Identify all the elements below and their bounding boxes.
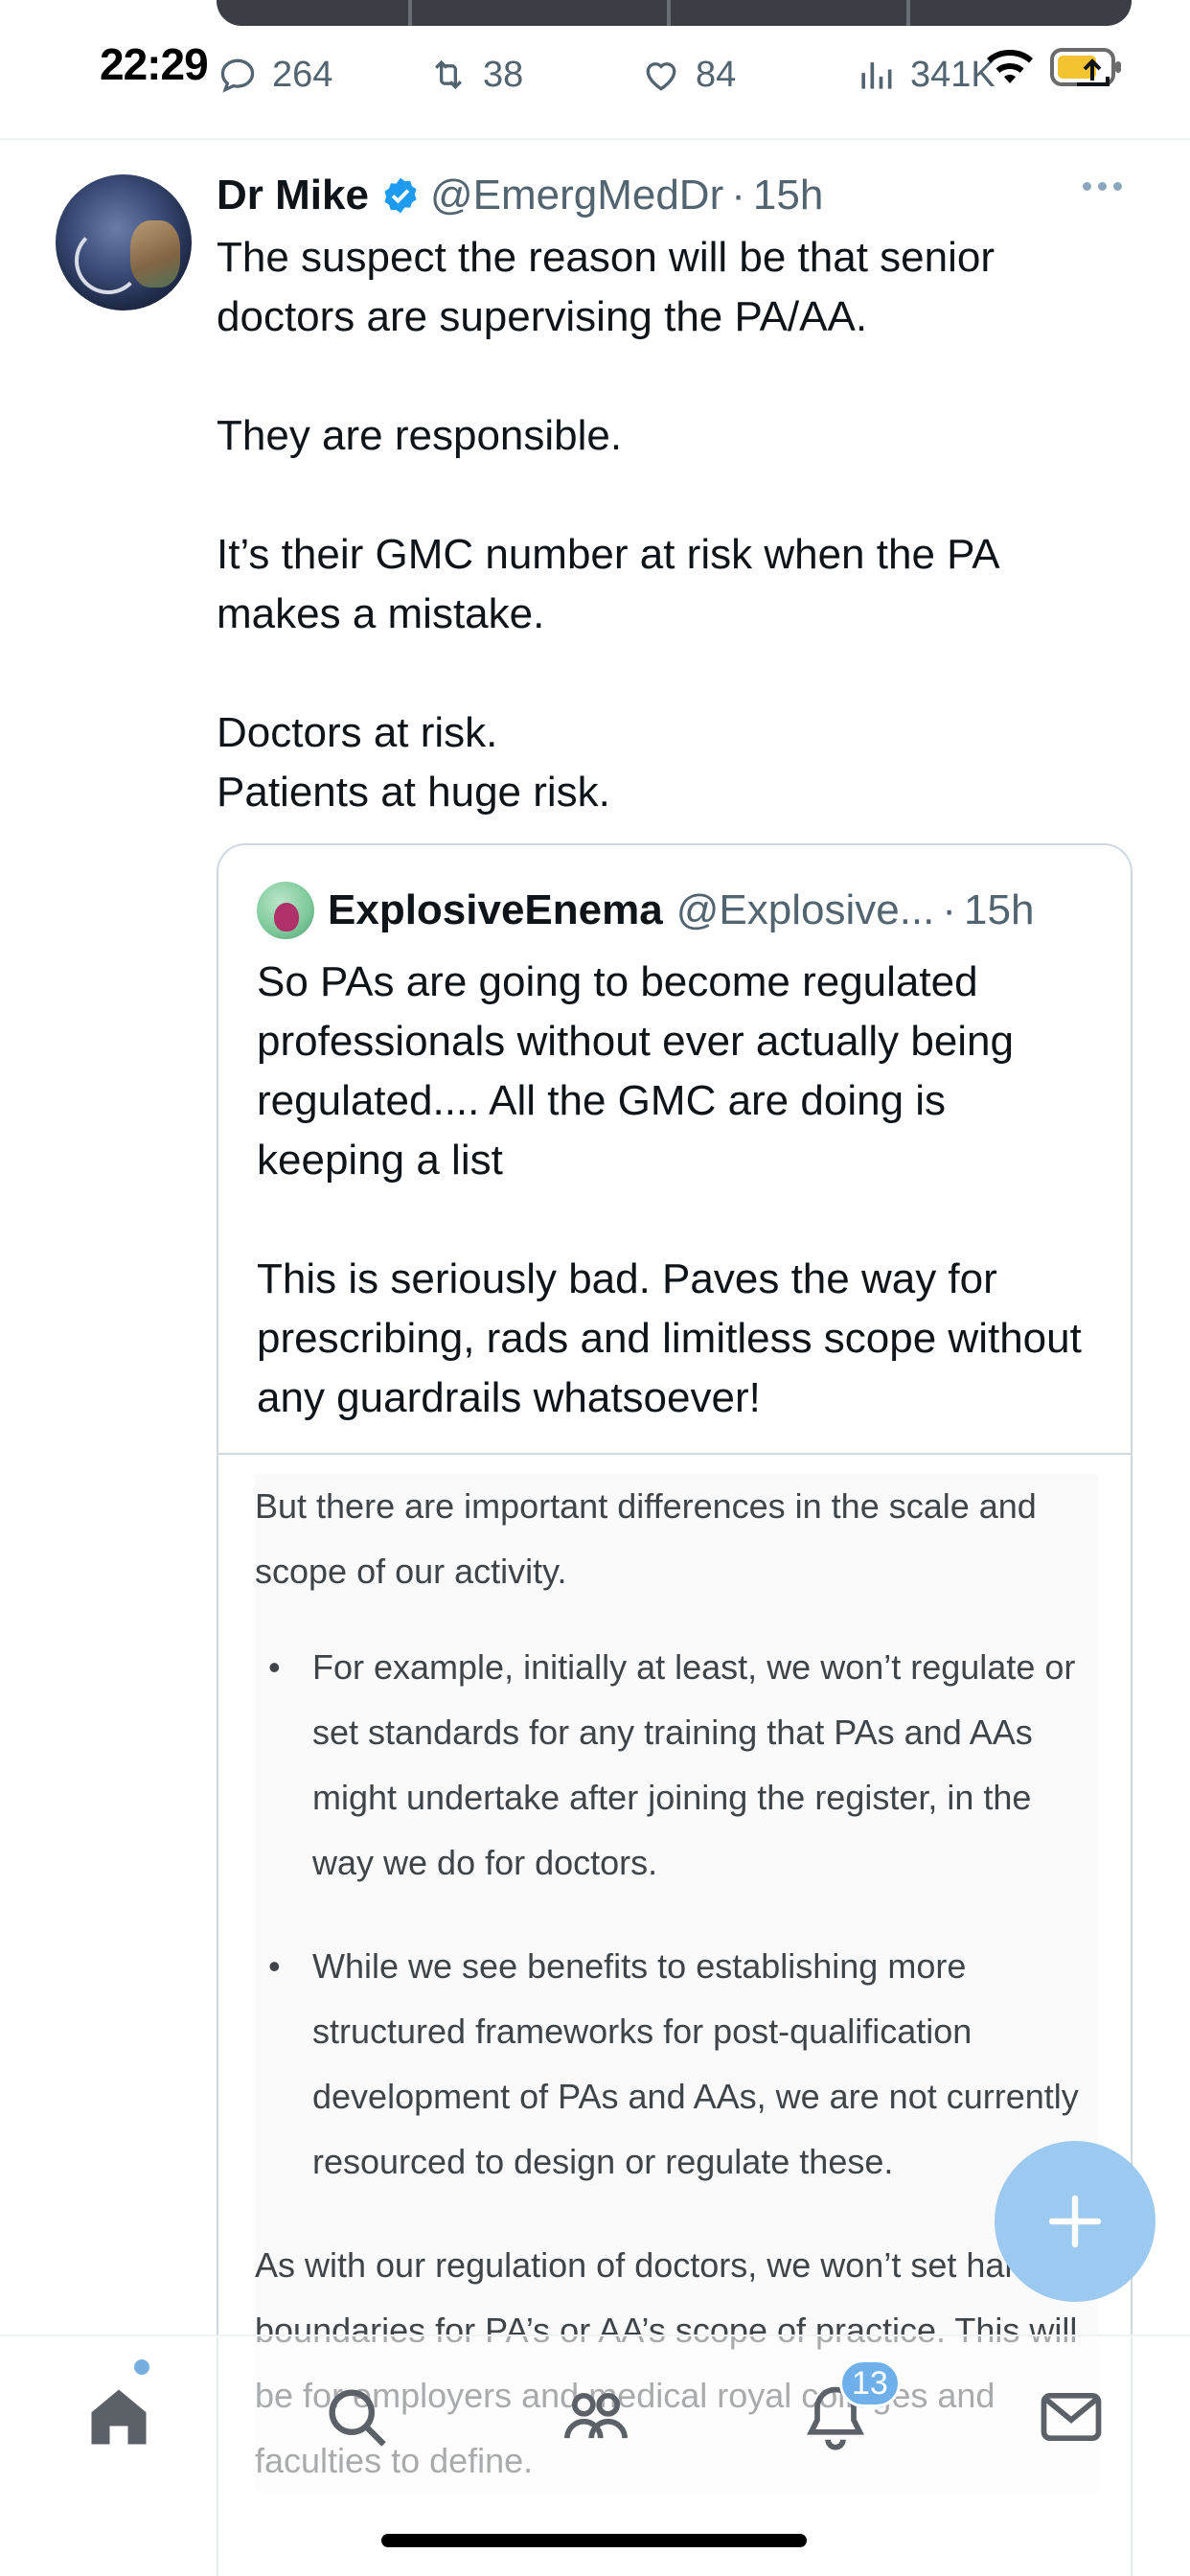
quoted-author-handle: @Explosive... (675, 886, 935, 933)
quoted-author-name: ExplosiveEnema (328, 886, 663, 933)
verified-badge-icon (384, 177, 417, 214)
status-bar-time: 22:29 (100, 39, 209, 89)
separator-dot: · (731, 172, 745, 218)
author-avatar[interactable] (56, 174, 192, 310)
reply-icon (220, 58, 255, 93)
tweet-line: They are responsible. (217, 412, 623, 459)
tweet-text: The suspect the reason will be that seni… (217, 228, 1108, 822)
home-indicator[interactable] (381, 2534, 807, 2547)
retweet-button[interactable]: 38 (427, 46, 523, 104)
document-bullet-list: For example, initially at least, we won’… (255, 1635, 1098, 2195)
tweet-line: The suspect the reason will be that seni… (217, 234, 995, 340)
reply-count: 264 (272, 54, 333, 95)
nav-search[interactable] (318, 2379, 395, 2455)
divider (0, 138, 1190, 140)
nav-communities[interactable] (558, 2379, 634, 2455)
divider (218, 1453, 1131, 1455)
quoted-author-avatar (257, 882, 314, 939)
more-options-icon[interactable] (1083, 182, 1122, 191)
like-button[interactable]: 84 (640, 46, 736, 104)
nav-messages[interactable] (1033, 2379, 1110, 2455)
tweet-time[interactable]: 15h (753, 172, 823, 219)
notifications-badge: 13 (839, 2359, 901, 2407)
quoted-tweet-text: So PAs are going to become regulated pro… (257, 953, 1100, 1428)
reply-button[interactable]: 264 (217, 46, 332, 104)
previous-tweet-image[interactable] (217, 0, 1132, 26)
retweet-count: 38 (483, 54, 524, 95)
messages-icon (1041, 2392, 1102, 2442)
compose-button[interactable] (995, 2141, 1156, 2302)
quoted-tweet[interactable]: ExplosiveEnema @Explosive... · 15h So PA… (217, 843, 1133, 2576)
tweet-header: Dr Mike @EmergMedDr · 15h (217, 167, 823, 224)
retweet-icon (434, 59, 463, 90)
new-content-indicator (134, 2359, 149, 2375)
quoted-tweet-time: 15h (964, 886, 1035, 933)
search-icon (329, 2389, 386, 2447)
heart-icon (646, 62, 676, 91)
author-handle[interactable]: @EmergMedDr (430, 172, 723, 219)
quoted-paragraph: So PAs are going to become regulated pro… (257, 958, 1015, 1184)
wifi-icon (987, 49, 1033, 83)
author-name[interactable]: Dr Mike (217, 172, 369, 219)
battery-icon (1050, 48, 1121, 86)
nav-home[interactable] (80, 2379, 157, 2455)
separator-dot: · (942, 886, 957, 933)
plus-icon (1048, 2195, 1102, 2248)
document-bullet: While we see benefits to establishing mo… (255, 1934, 1098, 2195)
views-count: 341K (910, 54, 995, 95)
home-icon (91, 2389, 147, 2445)
views-button[interactable]: 341K (855, 46, 995, 104)
tweet-line: Patients at huge risk. (217, 769, 610, 816)
document-intro: But there are important differences in t… (255, 1486, 1037, 1591)
like-count: 84 (696, 54, 737, 95)
communities-icon (564, 2392, 628, 2439)
quoted-tweet-header: ExplosiveEnema @Explosive... · 15h (257, 882, 1034, 939)
tweet-line: It’s their GMC number at risk when the P… (217, 531, 998, 637)
tweet-line: Doctors at risk. (217, 709, 498, 756)
quoted-paragraph: This is seriously bad. Paves the way for… (257, 1255, 1082, 1421)
system-status-icons (987, 42, 1123, 92)
views-icon (861, 62, 892, 89)
document-bullet: For example, initially at least, we won’… (255, 1635, 1098, 1896)
